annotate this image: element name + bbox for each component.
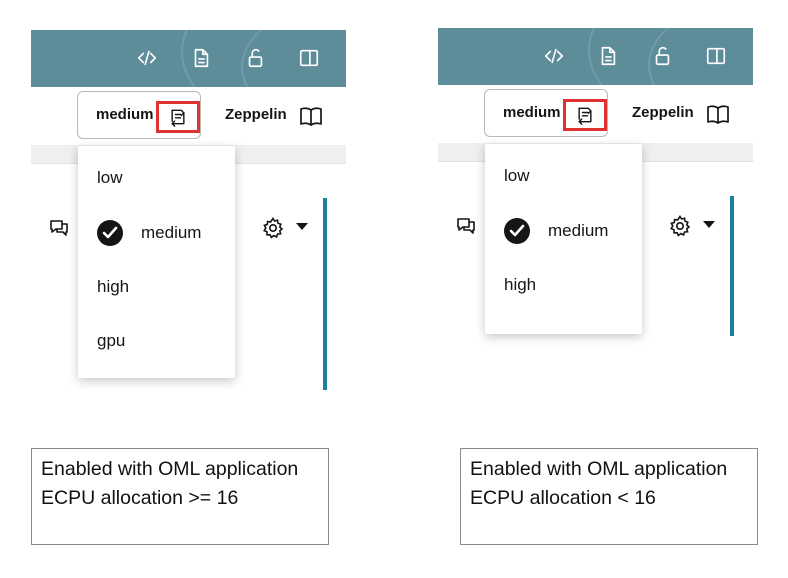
environment-label: medium — [503, 104, 561, 121]
code-icon[interactable] — [133, 44, 161, 72]
right-screenshot: medium Zeppelin low medium high — [438, 28, 753, 388]
menu-item-label: high — [97, 277, 130, 296]
chat-icon[interactable] — [454, 214, 478, 238]
highlight-box — [563, 99, 607, 131]
left-caption: Enabled with OML application ECPU alloca… — [31, 448, 329, 545]
menu-item-low[interactable]: low — [78, 151, 235, 205]
environment-dropdown-menu: low medium high — [485, 144, 642, 334]
checkmark-icon — [97, 220, 123, 246]
header-bar — [438, 28, 753, 85]
switch-arrows-icon — [171, 109, 185, 127]
book-icon[interactable] — [706, 102, 730, 126]
menu-item-label: low — [504, 166, 530, 185]
environment-label: medium — [96, 106, 154, 123]
menu-item-label: medium — [141, 223, 202, 242]
chat-icon[interactable] — [47, 216, 71, 240]
menu-item-high[interactable]: high — [78, 260, 235, 314]
highlight-box — [156, 101, 200, 133]
accent-bar — [730, 196, 734, 336]
accent-bar — [323, 198, 327, 390]
code-icon[interactable] — [540, 42, 568, 70]
unlock-icon[interactable] — [648, 42, 676, 70]
document-icon[interactable] — [187, 44, 215, 72]
environment-selector-button[interactable]: medium — [484, 89, 608, 137]
book-icon[interactable] — [299, 104, 323, 128]
environment-dropdown-menu: low medium high gpu — [78, 146, 235, 378]
header-bar — [31, 30, 346, 87]
notebook-toolbar: medium Zeppelin — [438, 85, 753, 143]
right-caption: Enabled with OML application ECPU alloca… — [460, 448, 758, 545]
zeppelin-label[interactable]: Zeppelin — [225, 87, 287, 143]
left-screenshot: medium Zeppelin low medium high gpu — [31, 30, 346, 390]
gear-icon[interactable] — [261, 216, 285, 240]
unlock-icon[interactable] — [241, 44, 269, 72]
menu-item-medium[interactable]: medium — [485, 204, 642, 258]
menu-item-label: low — [97, 168, 123, 187]
zeppelin-label[interactable]: Zeppelin — [632, 85, 694, 141]
checkmark-icon — [504, 218, 530, 244]
menu-item-medium[interactable]: medium — [78, 206, 235, 260]
menu-item-label: medium — [548, 221, 609, 240]
gear-icon[interactable] — [668, 214, 692, 238]
chevron-down-icon[interactable] — [703, 221, 715, 229]
split-panel-icon[interactable] — [702, 42, 730, 70]
chevron-down-icon[interactable] — [296, 223, 308, 231]
menu-item-gpu[interactable]: gpu — [78, 314, 235, 368]
document-icon[interactable] — [594, 42, 622, 70]
environment-selector-button[interactable]: medium — [77, 91, 201, 139]
menu-item-low[interactable]: low — [485, 149, 642, 203]
switch-arrows-icon — [578, 107, 592, 125]
menu-item-label: gpu — [97, 331, 126, 350]
menu-item-high[interactable]: high — [485, 258, 642, 312]
notebook-toolbar: medium Zeppelin — [31, 87, 346, 145]
split-panel-icon[interactable] — [295, 44, 323, 72]
menu-item-label: high — [504, 275, 537, 294]
